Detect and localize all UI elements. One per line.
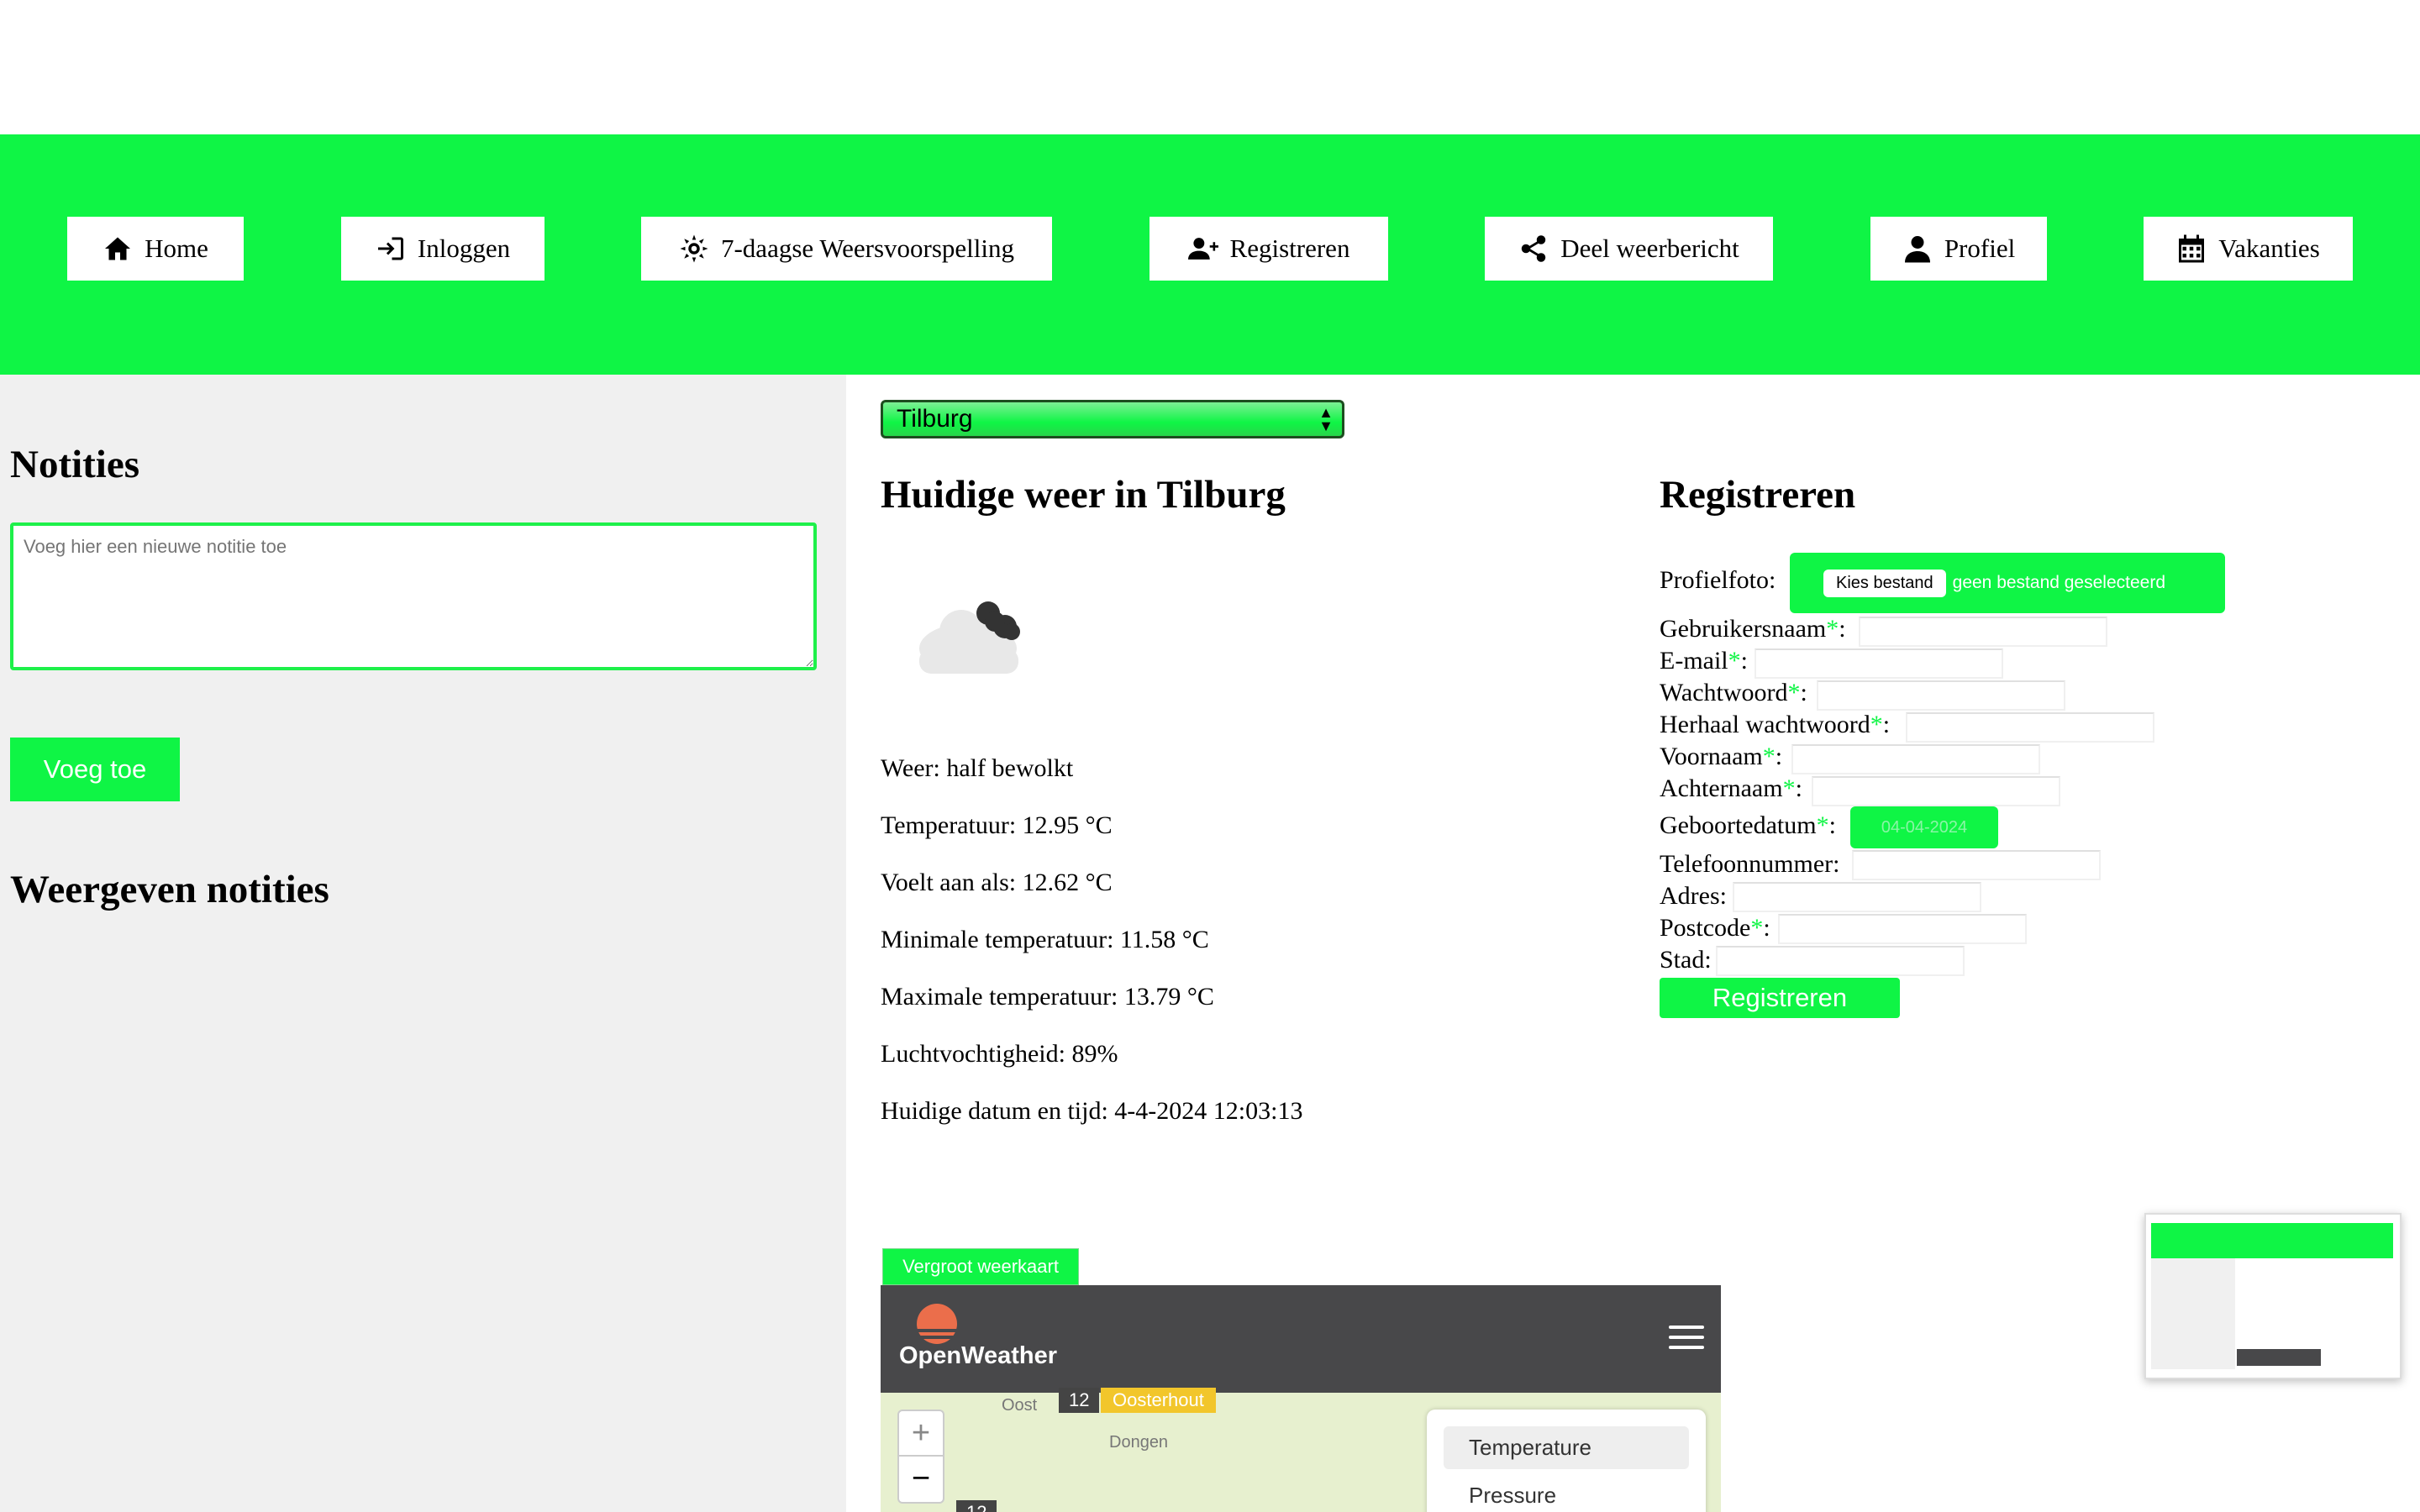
postcode-input[interactable]	[1778, 914, 2027, 944]
weather-max-temp: Maximale temperatuur: 13.79 °C	[881, 983, 1214, 1011]
map-temp-label: 12	[1059, 1388, 1100, 1413]
phone-label: Telefoonnummer:	[1660, 850, 1840, 878]
user-icon	[1904, 236, 1930, 263]
map-header: OpenWeather	[881, 1285, 1721, 1393]
menu-icon[interactable]	[1669, 1319, 1704, 1356]
map-city-label: Oosterhout	[1101, 1388, 1216, 1413]
layer-pressure[interactable]: Pressure	[1444, 1478, 1689, 1512]
photo-label: Profielfoto:	[1660, 566, 1776, 594]
nav-profile-label: Profiel	[1944, 234, 2016, 263]
password-repeat-input[interactable]	[1906, 712, 2154, 743]
nav-share-label: Deel weerbericht	[1560, 234, 1739, 263]
weather-datetime: Huidige datum en tijd: 4-4-2024 12:03:13	[881, 1097, 1303, 1125]
zoom-in-button[interactable]: +	[899, 1411, 943, 1457]
weather-humidity: Luchtvochtigheid: 89%	[881, 1040, 1118, 1068]
openweather-logo-icon	[909, 1304, 965, 1344]
weather-feels-like: Voelt aan als: 12.62 °C	[881, 869, 1113, 896]
map-label-oost: Oost	[1002, 1396, 1038, 1415]
weather-temperature: Temperatuur: 12.95 °C	[881, 811, 1113, 839]
password-label: Wachtwoord*:	[1660, 679, 1807, 706]
note-input[interactable]	[10, 522, 817, 670]
city-select[interactable]: Tilburg ▲ ▼	[881, 400, 1344, 438]
email-label: E-mail*:	[1660, 647, 1748, 675]
nav-home-button[interactable]: Home	[67, 217, 244, 281]
profile-photo-input[interactable]: Kies bestand geen bestand geselecteerd	[1790, 553, 2225, 613]
username-input[interactable]	[1859, 617, 2107, 647]
main-nav: Home Inloggen 7-daagse Weersvoorspelling…	[0, 134, 2420, 375]
nav-share-button[interactable]: Deel weerbericht	[1485, 217, 1773, 281]
weather-title: Huidige weer in Tilburg	[881, 473, 1286, 517]
weather-description: Weer: half bewolkt	[881, 754, 1074, 782]
nav-forecast-button[interactable]: 7-daagse Weersvoorspelling	[641, 217, 1052, 281]
map-layers-panel: Temperature Pressure	[1427, 1410, 1706, 1512]
map-label-dongen: Dongen	[1109, 1433, 1169, 1452]
thumbnail-nav-preview	[2151, 1223, 2393, 1258]
password-input[interactable]	[1817, 680, 2065, 711]
nav-login-button[interactable]: Inloggen	[341, 217, 544, 281]
map-temp-label-2: 12	[956, 1500, 997, 1512]
username-label: Gebruikersnaam*:	[1660, 615, 1846, 643]
weather-map[interactable]: OpenWeather Oost 12 Oosterhout Dongen 12…	[881, 1285, 1721, 1512]
choose-file-button[interactable]: Kies bestand	[1823, 569, 1946, 597]
nav-vacations-label: Vakanties	[2218, 234, 2320, 263]
password-repeat-label: Herhaal wachtwoord*:	[1660, 711, 1891, 738]
address-input[interactable]	[1733, 882, 1981, 912]
phone-input[interactable]	[1852, 850, 2101, 880]
home-icon	[105, 237, 131, 260]
nav-vacations-button[interactable]: Vakanties	[2144, 217, 2353, 281]
notes-list-title: Weergeven notities	[10, 868, 329, 911]
partly-cloudy-icon	[919, 601, 1020, 674]
sun-icon	[680, 234, 708, 263]
screenshot-thumbnail[interactable]	[2144, 1213, 2402, 1379]
notes-title: Notities	[10, 443, 140, 486]
zoom-out-button[interactable]: −	[899, 1457, 943, 1500]
add-note-button[interactable]: Voeg toe	[10, 738, 180, 801]
city-select-value: Tilburg	[897, 405, 973, 433]
firstname-label: Voornaam*:	[1660, 743, 1783, 770]
nav-register-label: Registreren	[1229, 234, 1350, 263]
postcode-label: Postcode*:	[1660, 914, 1770, 942]
nav-home-label: Home	[145, 234, 208, 263]
calendar-icon	[2179, 234, 2205, 263]
select-arrows-icon: ▲ ▼	[1318, 404, 1334, 434]
address-label: Adres:	[1660, 882, 1727, 910]
register-submit-button[interactable]: Registreren	[1660, 978, 1900, 1018]
register-title: Registreren	[1660, 473, 1856, 517]
thumbnail-panel-preview	[2151, 1258, 2235, 1369]
weather-min-temp: Minimale temperatuur: 11.58 °C	[881, 926, 1209, 953]
user-plus-icon	[1187, 238, 1218, 260]
city-input[interactable]	[1716, 946, 1965, 976]
share-icon	[1521, 235, 1546, 262]
nav-forecast-label: 7-daagse Weersvoorspelling	[720, 234, 1015, 263]
nav-login-label: Inloggen	[417, 234, 511, 263]
sign-in-icon	[377, 237, 403, 260]
nav-register-button[interactable]: Registreren	[1150, 217, 1388, 281]
openweather-brand: OpenWeather	[899, 1342, 1058, 1369]
birthdate-label: Geboortedatum*:	[1660, 811, 1836, 839]
email-input[interactable]	[1754, 648, 2003, 679]
file-status: geen bestand geselecteerd	[1952, 573, 2166, 592]
firstname-input[interactable]	[1791, 744, 2040, 774]
birthdate-input[interactable]: 04-04-2024	[1850, 806, 1998, 848]
enlarge-map-button[interactable]: Vergroot weerkaart	[882, 1248, 1079, 1285]
layer-temperature[interactable]: Temperature	[1444, 1426, 1689, 1469]
map-zoom-controls: + −	[897, 1410, 944, 1504]
lastname-input[interactable]	[1812, 776, 2060, 806]
lastname-label: Achternaam*:	[1660, 774, 1802, 802]
notes-panel: Notities Voeg toe Weergeven notities	[0, 375, 846, 1512]
nav-profile-button[interactable]: Profiel	[1870, 217, 2047, 281]
thumbnail-map-preview	[2237, 1349, 2321, 1366]
city-label: Stad:	[1660, 946, 1712, 974]
